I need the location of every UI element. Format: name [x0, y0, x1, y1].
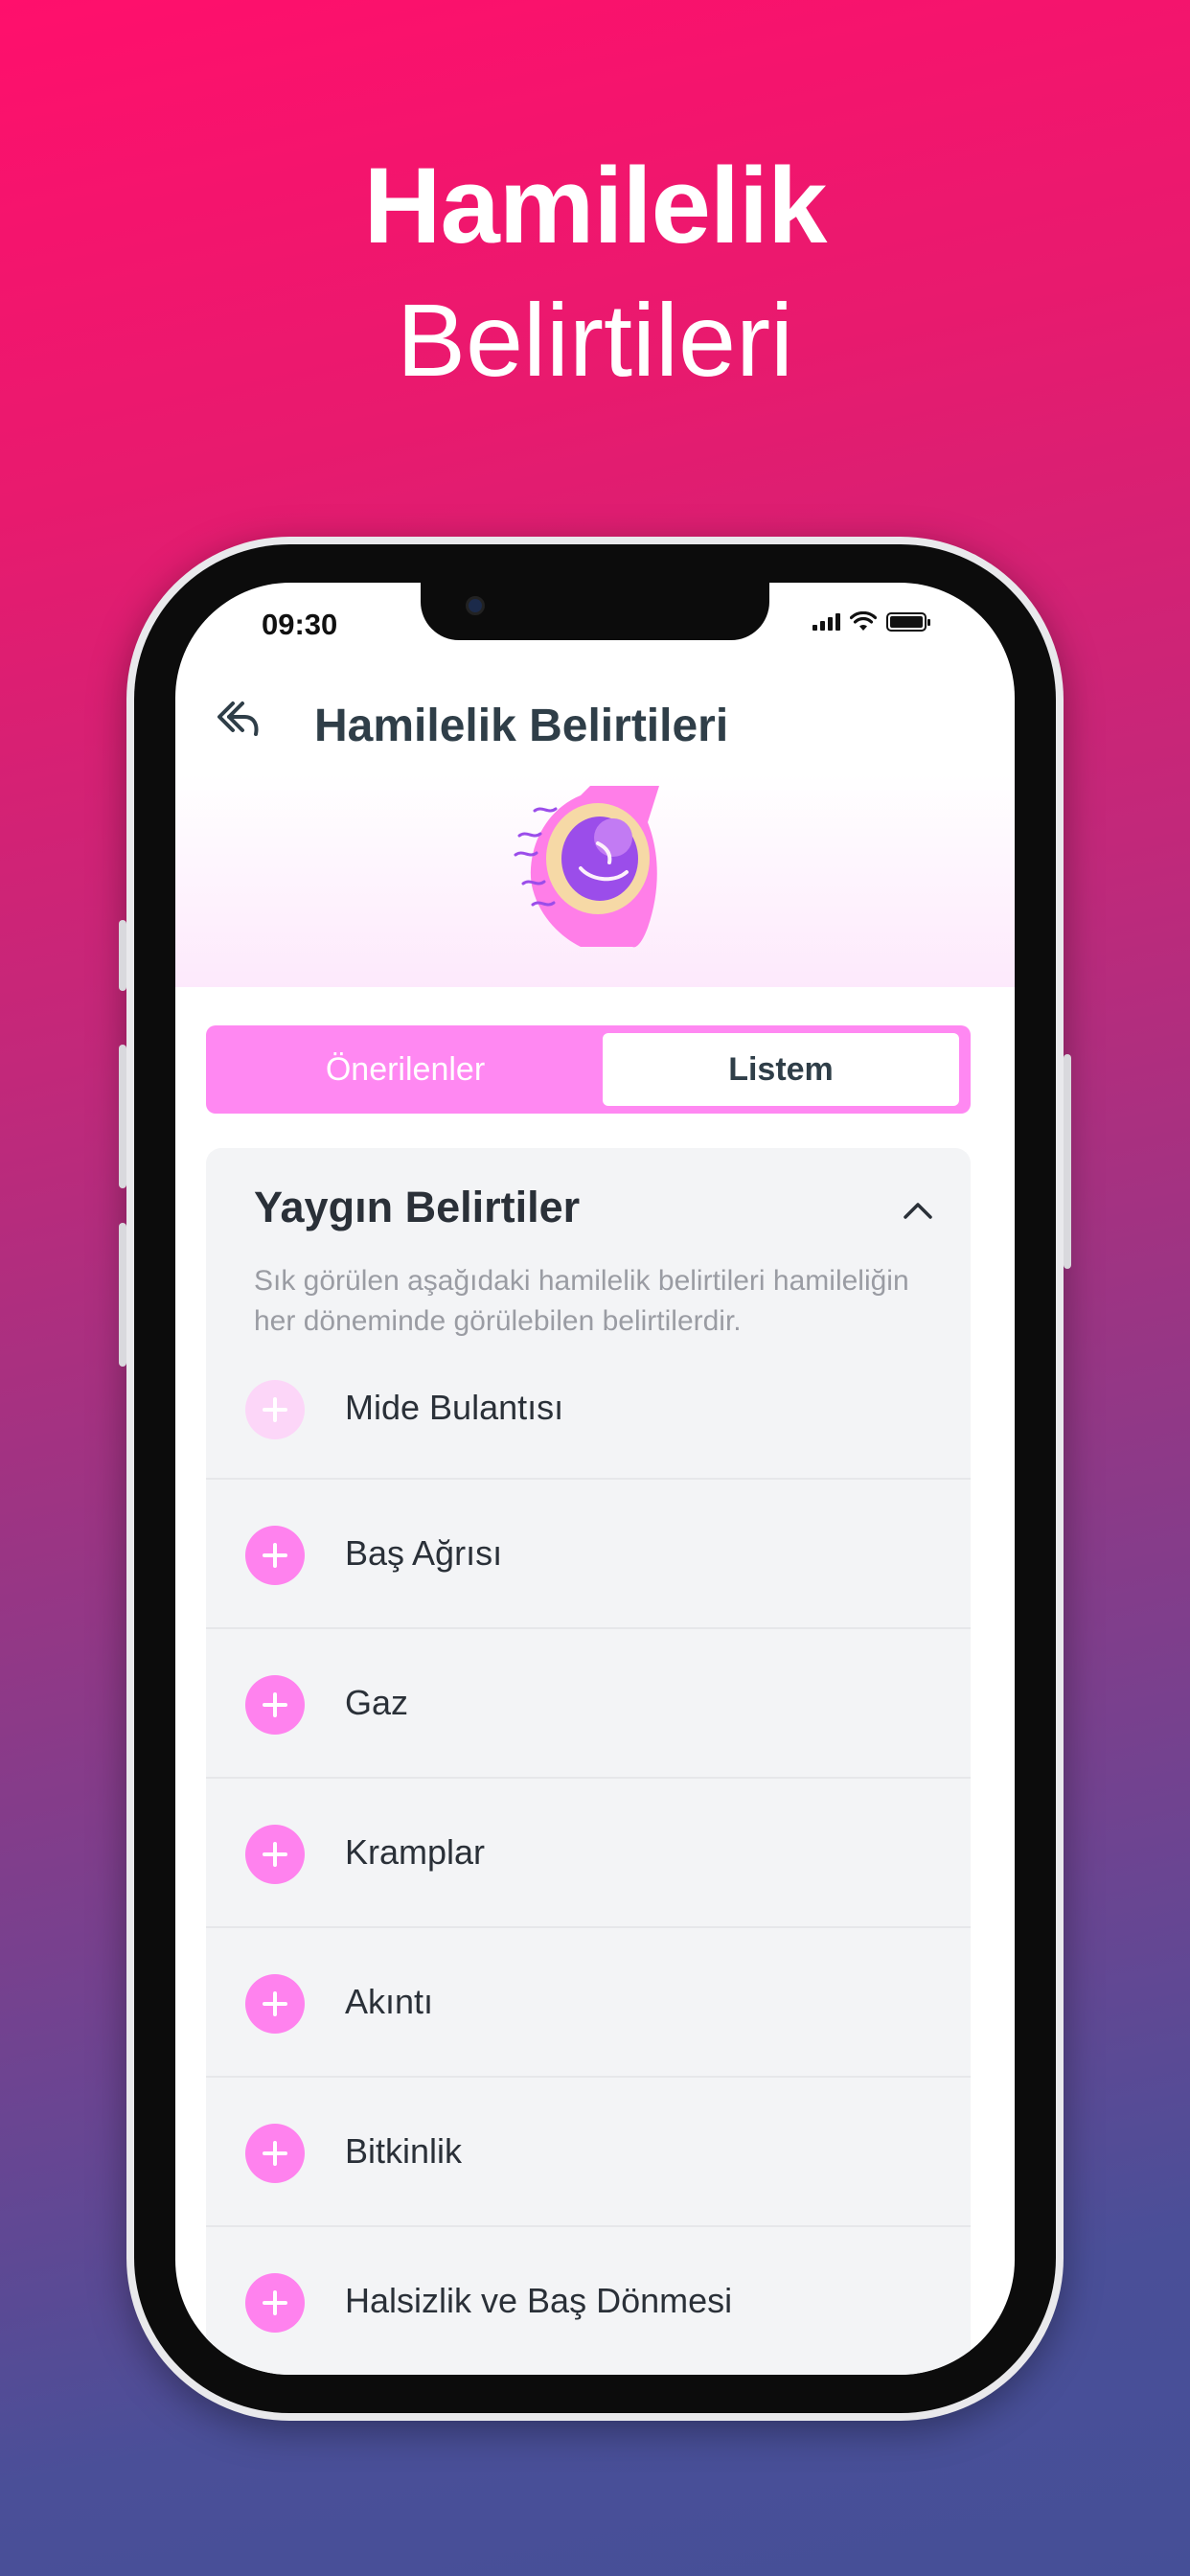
promo-title-line1: Hamilelik — [363, 146, 828, 265]
add-symptom-button[interactable] — [245, 2124, 305, 2183]
plus-icon — [263, 1991, 287, 2016]
phone-power-button — [1064, 1054, 1071, 1269]
list-item[interactable]: Akıntı — [206, 1928, 971, 2078]
plus-icon — [263, 2141, 287, 2166]
list-item[interactable]: Baş Ağrısı — [206, 1480, 971, 1629]
cellular-signal-icon — [812, 613, 840, 631]
plus-icon — [263, 1692, 287, 1717]
add-symptom-button[interactable] — [245, 1974, 305, 2034]
section-description: Sık görülen aşağıdaki hamilelik belirtil… — [254, 1265, 909, 1337]
list-item[interactable]: Bitkinlik — [206, 2078, 971, 2227]
phone-volume-up-button — [119, 1045, 126, 1188]
phone-screen: 09:30 Hamilelik Belirtileri Önerilenler … — [175, 583, 1015, 2375]
front-camera — [466, 596, 485, 615]
tab-onerilenler[interactable]: Önerilenler — [214, 1033, 597, 1106]
list-item[interactable]: Halsizlik ve Baş Dönmesi — [206, 2227, 971, 2375]
plus-icon — [263, 1842, 287, 1867]
tab-listem[interactable]: Listem — [603, 1033, 959, 1106]
add-symptom-button[interactable] — [245, 1526, 305, 1585]
section-title: Yaygın Belirtiler — [254, 1183, 581, 1231]
phone-volume-down-button — [119, 1223, 126, 1367]
plus-icon — [263, 1397, 287, 1422]
promo-title-line2: Belirtileri — [396, 282, 794, 398]
symptom-label: Mide Bulantısı — [345, 1388, 564, 1427]
symptom-label: Kramplar — [345, 1832, 486, 1872]
app-header: Hamilelik Belirtileri — [175, 678, 1015, 774]
battery-icon — [886, 612, 930, 632]
segmented-tabs: Önerilenler Listem — [206, 1025, 971, 1114]
plus-icon — [263, 1543, 287, 1568]
list-item[interactable]: Gaz — [206, 1629, 971, 1779]
list-item[interactable]: Kramplar — [206, 1779, 971, 1928]
add-symptom-button[interactable] — [245, 1380, 305, 1439]
chevron-up-icon[interactable] — [902, 1200, 934, 1221]
symptom-label: Halsizlik ve Baş Dönmesi — [345, 2281, 733, 2320]
symptom-label: Gaz — [345, 1683, 409, 1722]
status-icons — [812, 611, 930, 632]
notch — [421, 583, 769, 640]
symptom-label: Bitkinlik — [345, 2131, 463, 2171]
symptom-label: Baş Ağrısı — [345, 1533, 503, 1573]
plus-icon — [263, 2290, 287, 2315]
pregnancy-fetus-illustration — [514, 786, 659, 948]
list-item[interactable]: Mide Bulantısı — [206, 1361, 971, 1480]
hero-banner — [175, 774, 1015, 987]
symptom-section-card: Yaygın Belirtiler Sık görülen aşağıdaki … — [206, 1148, 971, 2375]
add-symptom-button[interactable] — [245, 1675, 305, 1735]
phone-mute-switch — [119, 920, 126, 991]
add-symptom-button[interactable] — [245, 2273, 305, 2333]
back-arrow-icon[interactable] — [212, 696, 265, 744]
symptom-list: Mide Bulantısı Baş Ağrısı Gaz Kramplar A… — [206, 1361, 971, 2375]
symptom-label: Akıntı — [345, 1982, 434, 2021]
wifi-icon — [850, 611, 877, 631]
add-symptom-button[interactable] — [245, 1825, 305, 1884]
status-time: 09:30 — [262, 608, 338, 641]
page-title: Hamilelik Belirtileri — [314, 701, 729, 751]
